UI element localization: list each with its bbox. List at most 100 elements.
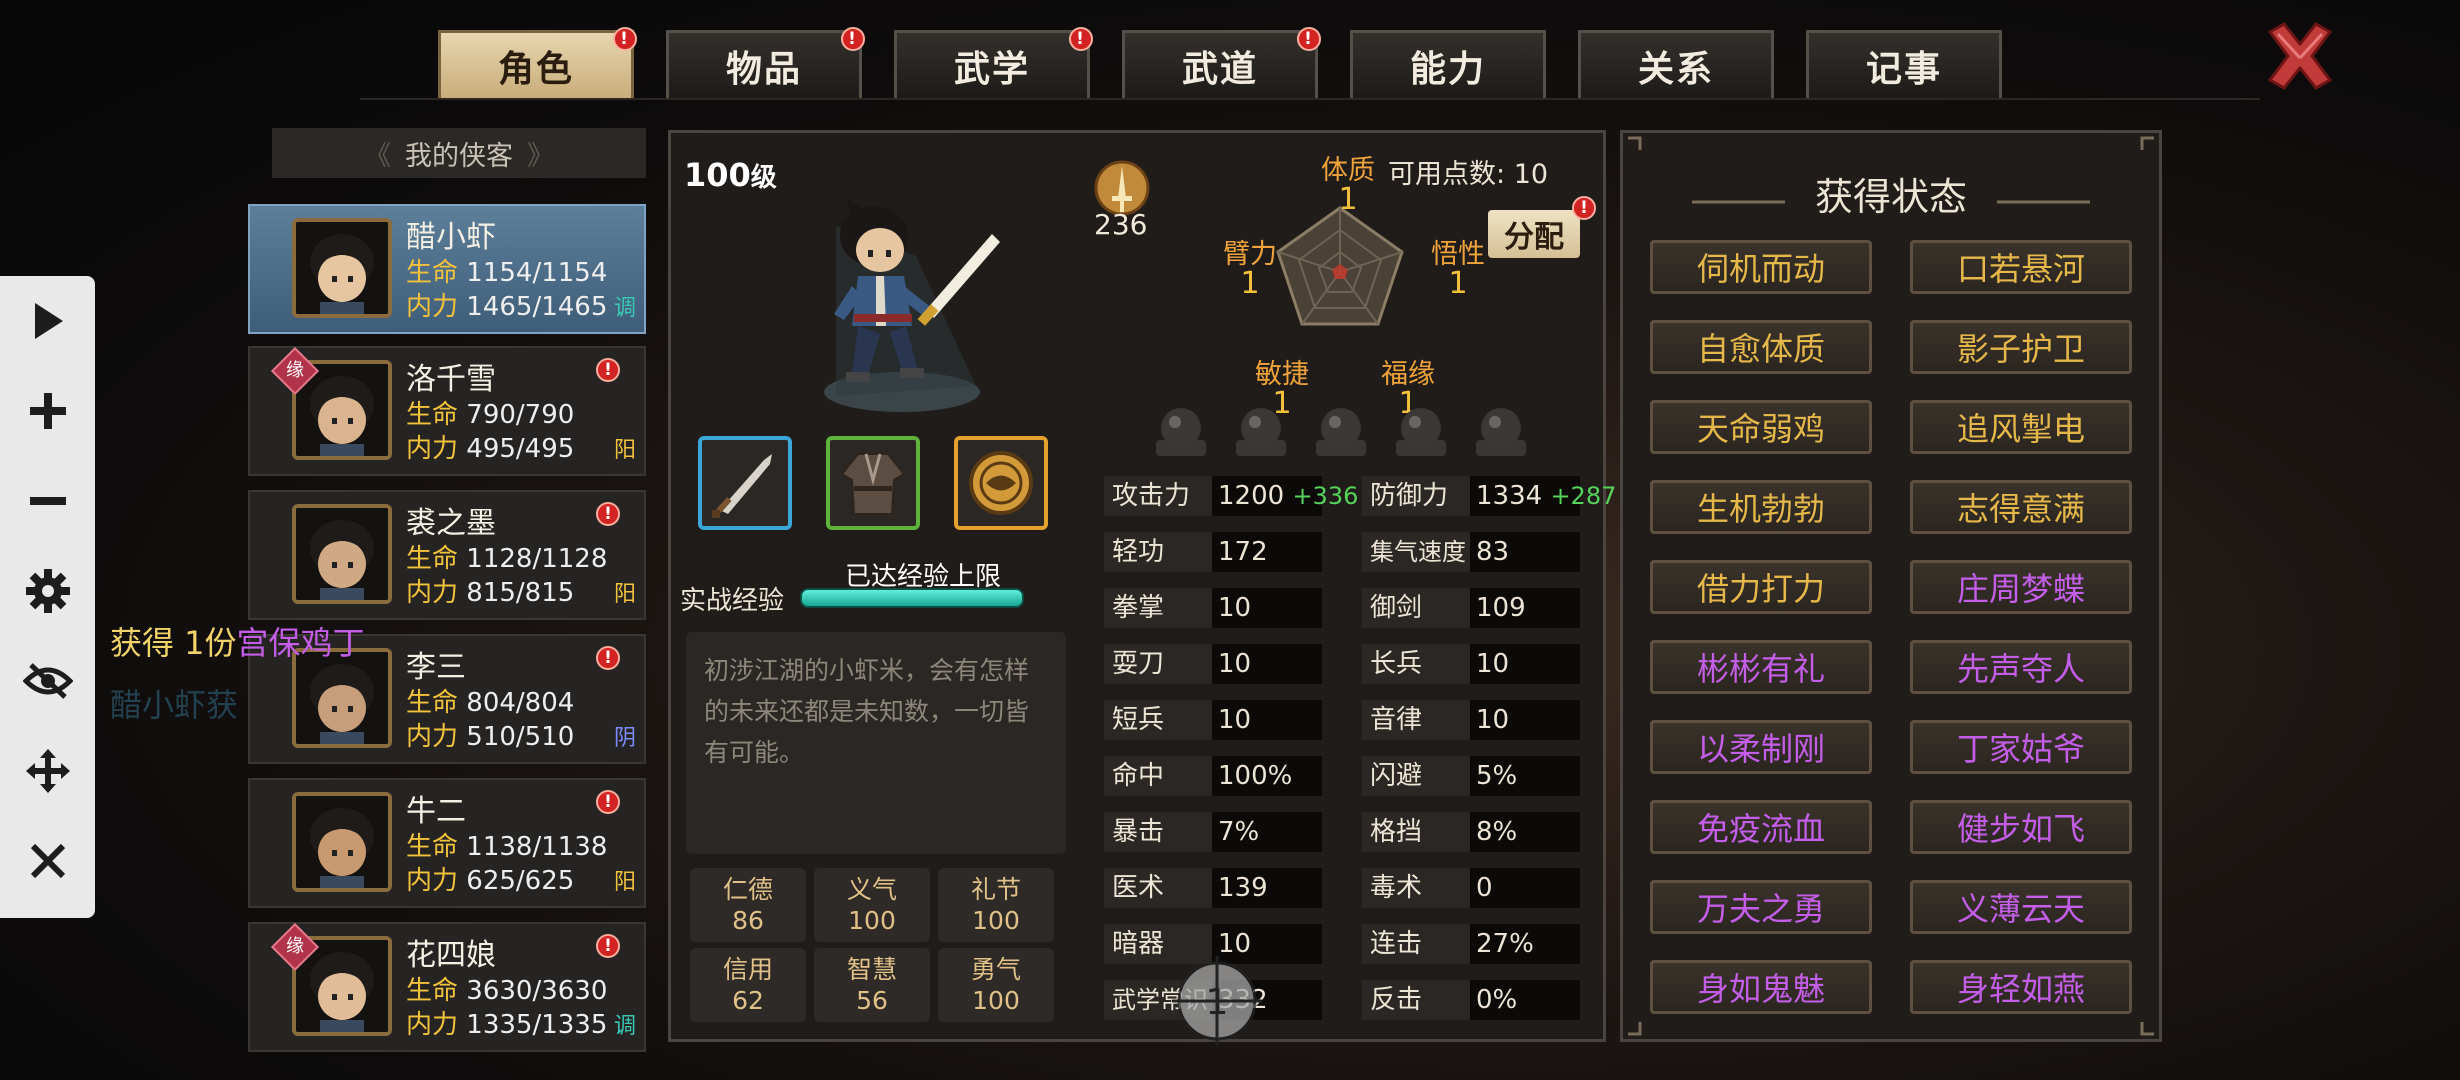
tab-character[interactable]: 角色! (438, 27, 637, 98)
stat-row: 音律 10 (1362, 700, 1580, 740)
level-value: 100 (684, 156, 751, 194)
close-icon[interactable] (2262, 18, 2338, 94)
status-item[interactable]: 追风掣电 (1910, 400, 2132, 454)
stat-label: 连击 (1362, 924, 1470, 964)
stat-value: 8% (1476, 817, 1518, 847)
stat-value: 1200 (1218, 481, 1285, 511)
status-item[interactable]: 生机勃勃 (1650, 480, 1872, 534)
available-label: 可用点数: (1388, 159, 1506, 190)
tab-abilities[interactable]: 能力 (1350, 30, 1546, 98)
virtue-value: 100 (848, 906, 896, 935)
roster-card[interactable]: 醋小虾 生命 1154/1154 内力 1465/1465 调 (248, 204, 646, 334)
hp-label: 生命 (406, 832, 459, 862)
empty-skill-slot-icon[interactable] (1470, 400, 1532, 462)
stat-label: 耍刀 (1104, 644, 1212, 684)
empty-skill-slot-icon[interactable] (1230, 400, 1292, 462)
status-item[interactable]: 健步如飞 (1910, 800, 2132, 854)
member-alignment-tag: 阳 (613, 582, 636, 607)
allocate-button[interactable]: 分配! (1488, 196, 1596, 258)
mp-value: 1335/1335 (466, 1010, 608, 1040)
stat-row: 毒术 0 (1362, 868, 1580, 908)
settings-button[interactable] (0, 546, 95, 636)
play-button[interactable] (0, 276, 95, 366)
roster-card[interactable]: 牛二 生命 1138/1138 内力 625/625 阳! (248, 778, 646, 908)
equip-slot-armor[interactable] (826, 436, 920, 530)
tab-journal[interactable]: 记事 (1806, 30, 2002, 98)
mp-label: 内力 (406, 292, 459, 322)
status-item[interactable]: 天命弱鸡 (1650, 400, 1872, 454)
zoom-out-button[interactable] (0, 456, 95, 546)
stat-label: 毒术 (1362, 868, 1470, 908)
status-item[interactable]: 影子护卫 (1910, 320, 2132, 374)
roster-card[interactable]: 洛千雪 生命 790/790 内力 495/495 阳! 缘 (248, 346, 646, 476)
tab-items[interactable]: 物品! (666, 27, 865, 98)
available-points: 可用点数: 10 (1388, 152, 1548, 191)
status-item[interactable]: 借力打力 (1650, 560, 1872, 614)
stat-value: 139 (1218, 873, 1268, 903)
status-item[interactable]: 口若悬河 (1910, 240, 2132, 294)
stat-row: 连击 27% (1362, 924, 1580, 964)
member-mp: 内力 510/510 (406, 716, 574, 753)
virtue-name: 义气 (846, 875, 897, 904)
roster-card[interactable]: 花四娘 生命 3630/3630 内力 1335/1335 调! 缘 (248, 922, 646, 1052)
mp-value: 495/495 (466, 434, 575, 464)
stat-label: 格挡 (1362, 812, 1470, 852)
roster-card[interactable]: 裘之墨 生命 1128/1128 内力 815/815 阳! (248, 490, 646, 620)
stat-value-cell: 109 (1470, 588, 1580, 628)
status-item[interactable]: 彬彬有礼 (1650, 640, 1872, 694)
tab-label: 记事 (1865, 48, 1942, 90)
virtue-value: 100 (972, 986, 1020, 1015)
member-hp: 生命 1154/1154 (406, 252, 607, 289)
status-item[interactable]: 以柔制刚 (1650, 720, 1872, 774)
stat-label: 反击 (1362, 980, 1470, 1020)
stat-bonus: +336 (1292, 482, 1359, 510)
status-item[interactable]: 伺机而动 (1650, 240, 1872, 294)
stat-row: 格挡 8% (1362, 812, 1580, 852)
tab-label: 物品 (725, 48, 802, 90)
stat-value: 10 (1218, 929, 1252, 959)
hp-label: 生命 (406, 688, 459, 718)
hide-button[interactable] (0, 636, 95, 726)
status-item[interactable]: 免疫流血 (1650, 800, 1872, 854)
status-item[interactable]: 先声夺人 (1910, 640, 2132, 694)
empty-skill-slot-icon[interactable] (1310, 400, 1372, 462)
level-unit: 级 (750, 163, 777, 193)
play-icon (34, 303, 63, 339)
status-item[interactable]: 丁家姑爷 (1910, 720, 2132, 774)
tab-martial-arts[interactable]: 武学! (894, 27, 1093, 98)
stat-value-cell: 10 (1212, 588, 1322, 628)
status-item[interactable]: 志得意满 (1910, 480, 2132, 534)
zoom-in-button[interactable] (0, 366, 95, 456)
status-item[interactable]: 身轻如燕 (1910, 960, 2132, 1014)
tab-label: 关系 (1637, 48, 1714, 90)
stat-label: 攻击力 (1104, 476, 1212, 516)
status-item[interactable]: 庄周梦蝶 (1910, 560, 2132, 614)
status-item[interactable]: 身如鬼魅 (1650, 960, 1872, 1014)
status-title: 获得状态 (1814, 175, 1967, 219)
robe-icon (840, 453, 906, 515)
roster-header[interactable]: 《 我的侠客 》 (272, 128, 646, 178)
equip-slot-weapon[interactable] (698, 436, 792, 530)
member-alignment-tag: 调 (613, 1014, 636, 1039)
hp-label: 生命 (406, 400, 459, 430)
tab-label: 武道 (1181, 48, 1258, 90)
status-item[interactable]: 自愈体质 (1650, 320, 1872, 374)
move-button[interactable] (0, 726, 95, 816)
mp-label: 内力 (406, 866, 459, 896)
empty-skill-slot-icon[interactable] (1150, 400, 1212, 462)
tab-martial-way[interactable]: 武道! (1122, 27, 1321, 98)
hp-label: 生命 (406, 976, 459, 1006)
equip-slot-accessory[interactable] (954, 436, 1048, 530)
stat-value: 10 (1218, 593, 1252, 623)
tab-relations[interactable]: 关系 (1578, 30, 1774, 98)
status-item[interactable]: 万夫之勇 (1650, 880, 1872, 934)
stat-label: 闪避 (1362, 756, 1470, 796)
status-item[interactable]: 义薄云天 (1910, 880, 2132, 934)
exit-button[interactable] (0, 816, 95, 906)
empty-skill-slot-icon[interactable] (1390, 400, 1452, 462)
minus-icon (29, 497, 66, 505)
virtue-cell: 礼节 100 (938, 868, 1054, 942)
member-mp: 内力 625/625 (406, 860, 574, 897)
stat-value: 83 (1476, 537, 1510, 567)
stat-bonus: +287 (1550, 482, 1617, 510)
